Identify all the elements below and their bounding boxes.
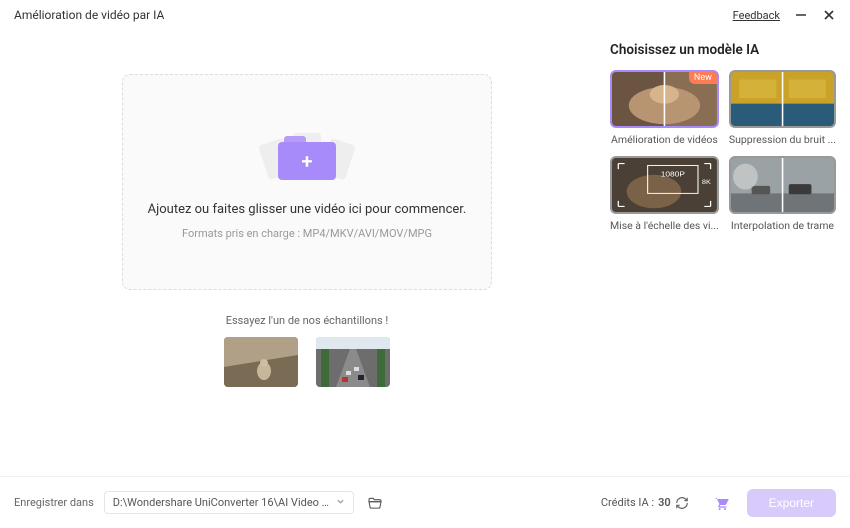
credits-display: Crédits IA : 30	[601, 496, 689, 510]
export-button[interactable]: Exporter	[747, 489, 836, 517]
models-title: Choisissez un modèle IA	[610, 42, 836, 58]
credits-label: Crédits IA :	[601, 496, 654, 509]
samples-label: Essayez l'un de nos échantillons !	[226, 314, 389, 327]
dropzone-title: Ajoutez ou faites glisser une vidéo ici …	[148, 202, 467, 217]
footer: Enregistrer dans D:\Wondershare UniConve…	[0, 476, 850, 528]
close-icon[interactable]	[822, 8, 836, 22]
minimize-icon[interactable]	[794, 8, 808, 22]
video-dropzone[interactable]: + Ajoutez ou faites glisser une vidéo ic…	[122, 74, 492, 290]
sample-thumb-1[interactable]	[224, 337, 298, 387]
right-panel: Choisissez un modèle IA New Amélioration…	[610, 38, 836, 476]
dropzone-formats: Formats pris en charge : MP4/MKV/AVI/MOV…	[182, 227, 432, 240]
model-enhance-video[interactable]: New Amélioration de vidéos	[610, 70, 719, 146]
cart-icon[interactable]	[713, 495, 729, 511]
model-label: Mise à l'échelle des vi...	[610, 219, 719, 232]
model-label: Amélioration de vidéos	[610, 133, 719, 146]
samples-row	[224, 337, 390, 387]
credits-value: 30	[658, 496, 671, 509]
folder-plus-icon: +	[257, 124, 357, 192]
chevron-down-icon	[336, 496, 345, 509]
header-controls: Feedback	[733, 8, 836, 22]
window-title: Amélioration de vidéo par IA	[14, 8, 164, 22]
header: Amélioration de vidéo par IA Feedback	[0, 0, 850, 28]
models-grid: New Amélioration de vidéos Suppression d…	[610, 70, 836, 232]
svg-text:8K: 8K	[702, 179, 711, 186]
model-noise-suppression[interactable]: Suppression du bruit ...	[729, 70, 836, 146]
refresh-icon[interactable]	[675, 496, 689, 510]
model-upscale[interactable]: 1080P 8K Mise à l'échelle des vi...	[610, 156, 719, 232]
open-folder-icon[interactable]	[364, 492, 386, 514]
model-label: Suppression du bruit ...	[729, 133, 836, 146]
model-frame-interpolation[interactable]: Interpolation de trame	[729, 156, 836, 232]
save-path-select[interactable]: D:\Wondershare UniConverter 16\AI Video …	[104, 491, 354, 514]
svg-text:1080P: 1080P	[661, 170, 685, 178]
left-panel: + Ajoutez ou faites glisser une vidéo ic…	[14, 38, 600, 476]
save-to-label: Enregistrer dans	[14, 496, 94, 509]
model-label: Interpolation de trame	[729, 219, 836, 232]
main-content: + Ajoutez ou faites glisser une vidéo ic…	[0, 28, 850, 476]
badge-new: New	[689, 72, 717, 84]
sample-thumb-2[interactable]	[316, 337, 390, 387]
save-path-text: D:\Wondershare UniConverter 16\AI Video …	[113, 496, 330, 509]
feedback-link[interactable]: Feedback	[733, 9, 780, 22]
